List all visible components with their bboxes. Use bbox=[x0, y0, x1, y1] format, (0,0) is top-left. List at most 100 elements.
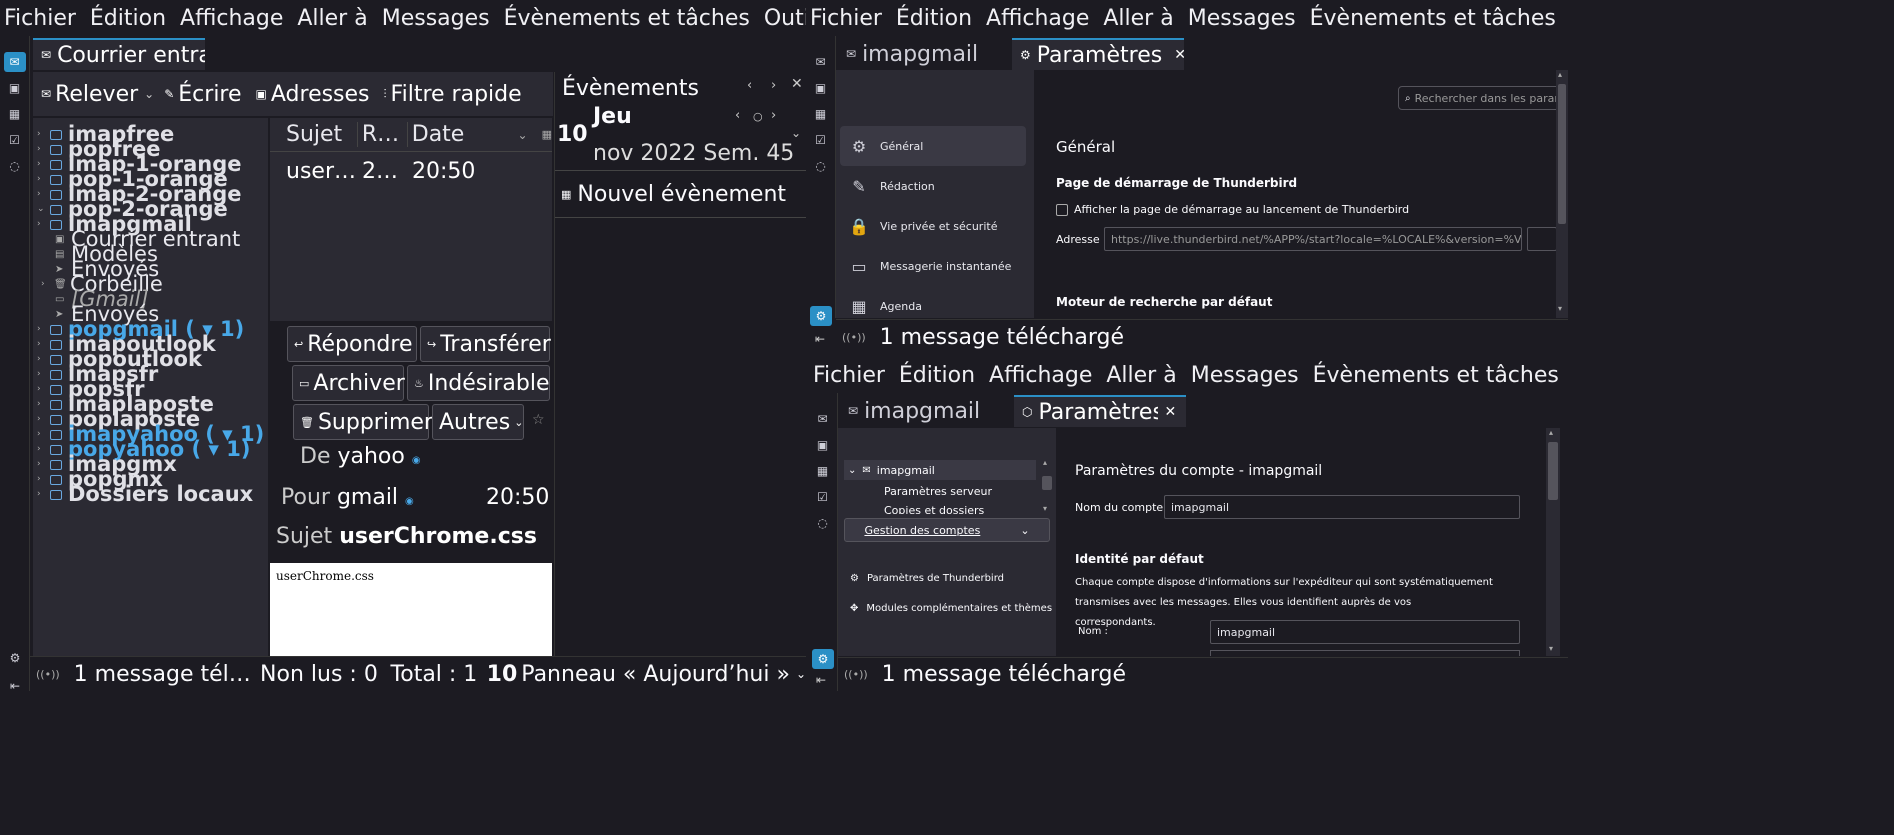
mail-space-icon[interactable]: ✉ bbox=[3, 52, 26, 72]
expand-icon[interactable]: ⌄ bbox=[791, 126, 801, 140]
table-row[interactable]: user… 2… 20:50 bbox=[270, 152, 552, 190]
scroll-thumb[interactable] bbox=[1558, 84, 1566, 224]
nav-calendar[interactable]: ▦ Agenda bbox=[840, 286, 1026, 318]
menu-item[interactable]: Fichier bbox=[4, 6, 76, 31]
reply-button[interactable]: ↩ Répondre bbox=[287, 326, 417, 362]
menu-item[interactable]: Fichier bbox=[813, 363, 885, 388]
menu-item[interactable]: Évènements et tâches bbox=[504, 6, 750, 31]
tr-scrollbar[interactable]: ▴ ▾ bbox=[1556, 70, 1568, 318]
menu-item[interactable]: Messages bbox=[1191, 363, 1299, 388]
address-book-icon[interactable]: ▣ bbox=[4, 78, 26, 98]
collapse-spaces-icon[interactable]: ⇤ bbox=[815, 332, 825, 346]
column-recipient[interactable]: R… bbox=[358, 122, 408, 147]
scroll-down-icon[interactable]: ▾ bbox=[1558, 304, 1562, 313]
column-date[interactable]: Date bbox=[408, 122, 518, 147]
nav-general[interactable]: ⚙ Général bbox=[840, 126, 1026, 166]
folder-twisty-icon[interactable]: › bbox=[37, 352, 47, 367]
settings-gear-icon[interactable]: ⚙ bbox=[810, 306, 832, 326]
nav-privacy[interactable]: 🔒 Vie privée et sécurité bbox=[840, 206, 1026, 246]
folder-twisty-icon[interactable]: › bbox=[37, 397, 47, 412]
online-status-icon[interactable]: ((•)) bbox=[844, 668, 868, 681]
startpage-address-input[interactable]: https://live.thunderbird.net/%APP%/start… bbox=[1104, 227, 1522, 251]
prev-icon[interactable]: ‹ bbox=[747, 78, 752, 93]
forward-button[interactable]: ↪ Transférer bbox=[420, 326, 551, 362]
column-picker-icon[interactable]: ▦ bbox=[542, 128, 552, 141]
online-status-icon[interactable]: ((•)) bbox=[842, 331, 866, 344]
tasks-icon[interactable]: ☑ bbox=[4, 130, 26, 150]
tree-item-copies[interactable]: Copies et dossiers bbox=[884, 504, 984, 514]
folder-twisty-icon[interactable]: › bbox=[37, 367, 47, 382]
close-icon[interactable]: ✕ bbox=[791, 76, 803, 92]
folder-twisty-icon[interactable]: › bbox=[37, 217, 47, 232]
collapse-spaces-icon[interactable]: ⇤ bbox=[816, 673, 826, 687]
menu-item[interactable]: Aller à bbox=[1106, 363, 1176, 388]
folder-twisty-icon[interactable]: › bbox=[37, 187, 47, 202]
new-event-button[interactable]: ▦ Nouvel évènement bbox=[555, 170, 807, 218]
folder-twisty-icon[interactable]: › bbox=[37, 487, 47, 502]
menu-item[interactable]: Outils bbox=[764, 6, 806, 31]
name-input[interactable]: imapgmail bbox=[1210, 620, 1520, 644]
menu-item[interactable]: Évènements et tâches bbox=[1310, 6, 1556, 31]
next-icon[interactable]: › bbox=[771, 78, 776, 93]
scroll-up-icon[interactable]: ▴ bbox=[1549, 428, 1553, 437]
folder-twisty-icon[interactable]: › bbox=[37, 412, 47, 427]
folder-twisty-icon[interactable]: › bbox=[37, 127, 47, 142]
folder-twisty-icon[interactable]: › bbox=[37, 472, 47, 487]
nav-chat[interactable]: ▭ Messagerie instantanée bbox=[840, 246, 1026, 286]
address-book-icon[interactable]: ▣ bbox=[812, 435, 834, 455]
menu-item[interactable]: Édition bbox=[899, 363, 975, 388]
prev-day-icon[interactable]: ‹ bbox=[735, 108, 740, 123]
settings-gear-icon[interactable]: ⚙ bbox=[4, 648, 26, 668]
menu-item[interactable]: Messages bbox=[382, 6, 490, 31]
folder-twisty-icon[interactable]: › bbox=[37, 157, 47, 172]
folder-twisty-icon[interactable]: › bbox=[37, 427, 47, 442]
menu-item[interactable]: Aller à bbox=[1103, 6, 1173, 31]
checkbox[interactable] bbox=[1056, 204, 1068, 216]
mail-space-icon[interactable]: ✉ bbox=[810, 52, 832, 72]
addons-link[interactable]: ✥ Modules complémentaires et thèmes bbox=[850, 603, 1052, 614]
write-button[interactable]: ✎ Écrire bbox=[164, 82, 241, 107]
calendar-icon[interactable]: ▦ bbox=[810, 104, 832, 124]
quick-filter-button[interactable]: ⫶ Filtre rapide bbox=[384, 82, 522, 107]
scroll-thumb[interactable] bbox=[1548, 442, 1558, 500]
settings-search-input[interactable]: ⌕ Rechercher dans les paramètres bbox=[1398, 86, 1568, 110]
subfolder-item[interactable]: › 🗑 Corbeille bbox=[33, 274, 268, 295]
scroll-down-icon[interactable]: ▾ bbox=[1549, 644, 1553, 653]
close-icon[interactable]: ✕ bbox=[1164, 404, 1176, 420]
menu-item[interactable]: Affichage bbox=[986, 6, 1089, 31]
to-address[interactable]: gmail bbox=[337, 485, 398, 510]
folder-twisty-icon[interactable]: › bbox=[37, 457, 47, 472]
tree-item-server[interactable]: Paramètres serveur bbox=[884, 485, 992, 498]
chevron-down-icon[interactable]: ⌄ bbox=[848, 465, 856, 476]
folder-twisty-icon[interactable]: › bbox=[37, 337, 47, 352]
more-button[interactable]: Autres ⌄ bbox=[432, 404, 524, 440]
scroll-up-icon[interactable]: ▴ bbox=[1558, 70, 1562, 79]
folder-twisty-icon[interactable]: › bbox=[37, 442, 47, 457]
junk-button[interactable]: ♨ Indésirable bbox=[407, 365, 550, 401]
account-name-input[interactable]: imapgmail bbox=[1164, 495, 1520, 519]
tree-scrollbar[interactable]: ▴ ▾ bbox=[1040, 458, 1054, 516]
next-day-icon[interactable]: › bbox=[771, 108, 776, 123]
chat-icon[interactable]: ◌ bbox=[810, 156, 832, 176]
today-dot-icon[interactable]: ○ bbox=[753, 110, 763, 123]
folder-twisty-icon[interactable]: › bbox=[41, 277, 51, 292]
address-book-button[interactable]: ▣ Adresses bbox=[256, 82, 370, 107]
folder-twisty-icon[interactable]: › bbox=[37, 172, 47, 187]
close-icon[interactable]: ✕ bbox=[1174, 47, 1184, 63]
tasks-icon[interactable]: ☑ bbox=[810, 130, 832, 150]
menu-item[interactable]: Fichier bbox=[810, 6, 882, 31]
tab-mail[interactable]: ✉ imapgmail bbox=[838, 38, 1008, 70]
startpage-checkbox[interactable]: Afficher la page de démarrage au lanceme… bbox=[1056, 203, 1409, 216]
from-address[interactable]: yahoo bbox=[337, 444, 404, 469]
folder-item[interactable]: › Dossiers locaux bbox=[33, 484, 268, 505]
menu-item[interactable]: Aller à bbox=[297, 6, 367, 31]
star-icon[interactable]: ☆ bbox=[532, 412, 545, 428]
tab-inbox[interactable]: ✉ Courrier entrant bbox=[33, 38, 205, 70]
manage-accounts-button[interactable]: Gestion des comptes ⌄ bbox=[844, 518, 1050, 542]
mail-space-icon[interactable]: ✉ bbox=[812, 409, 834, 429]
chat-icon[interactable]: ◌ bbox=[812, 513, 834, 533]
tab-mail[interactable]: ✉ imapgmail bbox=[840, 395, 1010, 427]
folder-twisty-icon[interactable]: › bbox=[37, 322, 47, 337]
chevron-down-icon[interactable]: ⌄ bbox=[796, 667, 806, 681]
address-book-icon[interactable]: ▣ bbox=[810, 78, 832, 98]
